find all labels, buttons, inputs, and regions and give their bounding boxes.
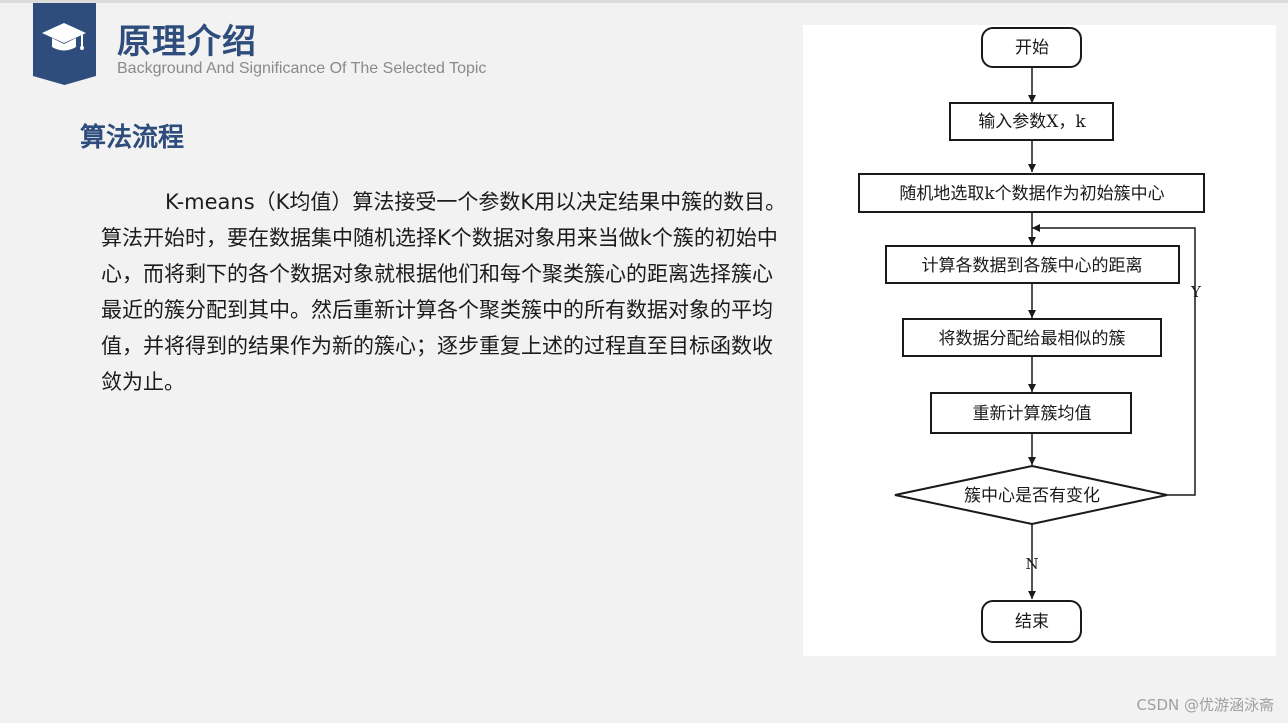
yes-branch-label: Y	[1190, 283, 1202, 301]
header-banner	[33, 3, 96, 85]
section-heading: 算法流程	[80, 123, 185, 153]
graduation-cap-icon	[42, 23, 86, 51]
recompute-label: 重新计算簇均值	[973, 404, 1092, 424]
decision-label: 簇中心是否有变化	[964, 486, 1100, 506]
kmeans-flowchart: 开始 输入参数X，k 随机地选取k个数据作为初始簇中心 计算各数据到各簇中心的距…	[858, 27, 1205, 643]
distance-label: 计算各数据到各簇中心的距离	[922, 256, 1143, 276]
watermark: CSDN @优游涵泳斋	[1136, 696, 1274, 714]
init-label: 随机地选取k个数据作为初始簇中心	[899, 184, 1164, 204]
page-title: 原理介绍	[117, 22, 257, 62]
input-label: 输入参数X，k	[978, 112, 1086, 132]
start-label: 开始	[1015, 38, 1049, 58]
flowchart-panel: 开始 输入参数X，k 随机地选取k个数据作为初始簇中心 计算各数据到各簇中心的距…	[803, 25, 1276, 656]
assign-label: 将数据分配给最相似的簇	[939, 329, 1126, 349]
end-label: 结束	[1015, 612, 1049, 632]
page-subtitle: Background And Significance Of The Selec…	[117, 60, 487, 77]
no-branch-label: N	[1025, 555, 1038, 573]
algorithm-description: K-means（K均值）算法接受一个参数K用以决定结果中簇的数目。算法开始时，要…	[101, 190, 787, 394]
top-border	[0, 0, 1288, 3]
